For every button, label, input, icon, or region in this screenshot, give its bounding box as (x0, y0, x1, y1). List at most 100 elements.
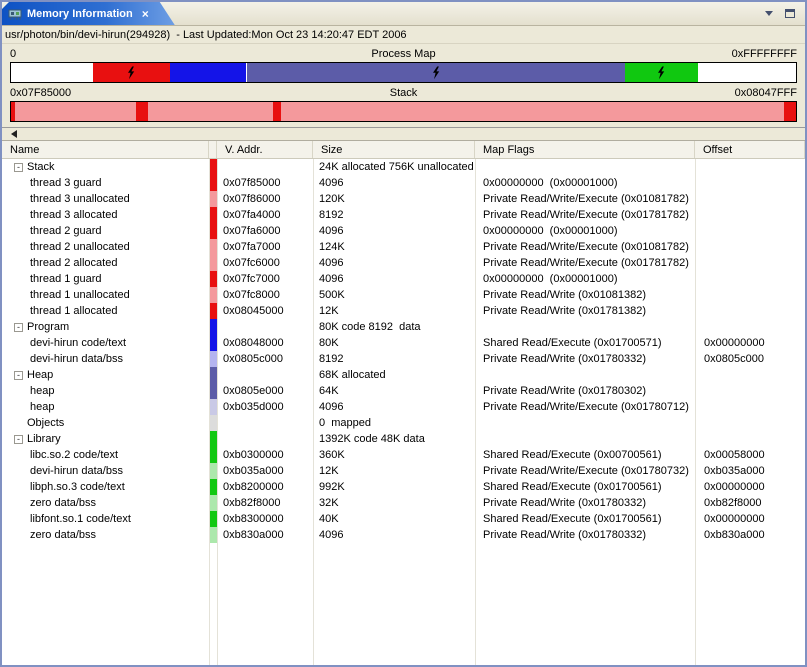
row-size: 68K allocated (313, 367, 475, 383)
map-segment (148, 102, 273, 121)
row-name: thread 3 allocated (2, 207, 209, 223)
lightning-bolt-icon (657, 66, 665, 80)
row-map-flags: Private Read/Write/Execute (0x01081782) (475, 191, 695, 207)
row-offset: 0x00058000 (695, 447, 805, 463)
table-row[interactable]: heap 0x0805e000 64K Private Read/Write (… (2, 383, 805, 399)
process-map-end-address: 0xFFFFFFFF (535, 48, 797, 60)
row-vaddr: 0x07fc8000 (217, 287, 313, 303)
table-body: - Stack 24K allocated 756K unallocated t… (2, 159, 805, 665)
row-name: thread 1 unallocated (2, 287, 209, 303)
row-name: heap (2, 399, 209, 415)
collapse-icon[interactable]: - (14, 371, 23, 380)
collapse-icon[interactable]: - (14, 435, 23, 444)
column-header-map-flags[interactable]: Map Flags (475, 141, 695, 158)
view-menu-icon[interactable] (765, 11, 773, 16)
row-offset (695, 303, 805, 319)
table-row[interactable]: heap 0xb035d000 4096 Private Read/Write/… (2, 399, 805, 415)
row-color-chip (209, 159, 217, 175)
table-row[interactable]: thread 2 guard 0x07fa6000 4096 0x0000000… (2, 223, 805, 239)
table-row[interactable]: thread 1 allocated 0x08045000 12K Privat… (2, 303, 805, 319)
row-color-chip (209, 319, 217, 335)
table-row[interactable]: devi-hirun data/bss 0xb035a000 12K Priva… (2, 463, 805, 479)
map-horizontal-scrollbar[interactable] (2, 127, 805, 140)
row-map-flags: Shared Read/Execute (0x01700561) (475, 511, 695, 527)
process-map-labels: 0 Process Map 0xFFFFFFFF (10, 46, 797, 62)
row-size: 24K allocated 756K unallocated (313, 159, 475, 175)
table-row[interactable]: devi-hirun data/bss 0x0805c000 8192 Priv… (2, 351, 805, 367)
row-offset (695, 223, 805, 239)
row-size: 4096 (313, 527, 475, 543)
close-icon[interactable]: × (142, 7, 149, 21)
memory-maps-panel: 0 Process Map 0xFFFFFFFF 0x07F85000 Stac… (2, 44, 805, 124)
table-row[interactable]: thread 1 unallocated 0x07fc8000 500K Pri… (2, 287, 805, 303)
row-offset: 0x00000000 (695, 479, 805, 495)
row-color-chip (209, 191, 217, 207)
stack-start-address: 0x07F85000 (10, 87, 272, 99)
table-row[interactable]: devi-hirun code/text 0x08048000 80K Shar… (2, 335, 805, 351)
table-row[interactable]: thread 2 unallocated 0x07fa7000 124K Pri… (2, 239, 805, 255)
tab-memory-information[interactable]: Memory Information × (2, 2, 175, 25)
row-name: heap (2, 383, 209, 399)
table-row[interactable]: thread 3 allocated 0x07fa4000 8192 Priva… (2, 207, 805, 223)
column-header-size[interactable]: Size (313, 141, 475, 158)
row-name: thread 2 unallocated (2, 239, 209, 255)
row-offset (695, 207, 805, 223)
row-size: 4096 (313, 223, 475, 239)
row-name: thread 3 guard (2, 175, 209, 191)
row-offset (695, 367, 805, 383)
column-header-vaddr[interactable]: V. Addr. (217, 141, 313, 158)
row-map-flags: Private Read/Write (0x01781382) (475, 303, 695, 319)
row-size: 64K (313, 383, 475, 399)
row-name: - Library (2, 431, 209, 447)
row-map-flags: Shared Read/Execute (0x01700561) (475, 479, 695, 495)
row-color-chip (209, 223, 217, 239)
row-name: - Program (2, 319, 209, 335)
column-header-offset[interactable]: Offset (695, 141, 805, 158)
stack-map-title: Stack (272, 87, 534, 99)
column-separator (313, 159, 314, 665)
table-row[interactable]: libc.so.2 code/text 0xb0300000 360K Shar… (2, 447, 805, 463)
map-segment (698, 63, 796, 82)
table-row[interactable]: libph.so.3 code/text 0xb8200000 992K Sha… (2, 479, 805, 495)
row-name: thread 3 unallocated (2, 191, 209, 207)
map-segment (93, 63, 171, 82)
row-color-chip (209, 351, 217, 367)
maximize-icon[interactable] (785, 9, 795, 18)
table-row[interactable]: - Heap 68K allocated (2, 367, 805, 383)
row-map-flags: 0x00000000 (0x00001000) (475, 271, 695, 287)
scroll-left-arrow-icon[interactable] (11, 130, 17, 138)
row-name: devi-hirun data/bss (2, 351, 209, 367)
table-row[interactable]: - Stack 24K allocated 756K unallocated (2, 159, 805, 175)
table-row[interactable]: libfont.so.1 code/text 0xb8300000 40K Sh… (2, 511, 805, 527)
table-row[interactable]: - Library 1392K code 48K data (2, 431, 805, 447)
process-info-text: usr/photon/bin/devi-hirun(294928) - Last… (2, 26, 805, 44)
table-row[interactable]: zero data/bss 0xb830a000 4096 Private Re… (2, 527, 805, 543)
table-row[interactable]: thread 3 unallocated 0x07f86000 120K Pri… (2, 191, 805, 207)
row-vaddr: 0xb8200000 (217, 479, 313, 495)
map-segment (247, 63, 625, 82)
map-segment (15, 102, 136, 121)
row-vaddr (217, 319, 313, 335)
row-map-flags: Private Read/Write/Execute (0x01780732) (475, 463, 695, 479)
row-vaddr: 0xb0300000 (217, 447, 313, 463)
row-offset: 0x0805c000 (695, 351, 805, 367)
collapse-icon[interactable]: - (14, 163, 23, 172)
table-row[interactable]: thread 2 allocated 0x07fc6000 4096 Priva… (2, 255, 805, 271)
row-offset (695, 415, 805, 431)
row-vaddr: 0x0805e000 (217, 383, 313, 399)
column-header-name[interactable]: Name (2, 141, 209, 158)
row-name: - Heap (2, 367, 209, 383)
row-map-flags: Private Read/Write (0x01081382) (475, 287, 695, 303)
table-row[interactable]: Objects 0 mapped (2, 415, 805, 431)
row-size: 0 mapped (313, 415, 475, 431)
table-row[interactable]: - Program 80K code 8192 data (2, 319, 805, 335)
table-row[interactable]: thread 3 guard 0x07f85000 4096 0x0000000… (2, 175, 805, 191)
row-size: 32K (313, 495, 475, 511)
collapse-icon[interactable]: - (14, 323, 23, 332)
row-vaddr (217, 415, 313, 431)
table-row[interactable]: zero data/bss 0xb82f8000 32K Private Rea… (2, 495, 805, 511)
column-separator (209, 159, 210, 665)
row-color-chip (209, 463, 217, 479)
row-vaddr: 0x07fc6000 (217, 255, 313, 271)
table-row[interactable]: thread 1 guard 0x07fc7000 4096 0x0000000… (2, 271, 805, 287)
